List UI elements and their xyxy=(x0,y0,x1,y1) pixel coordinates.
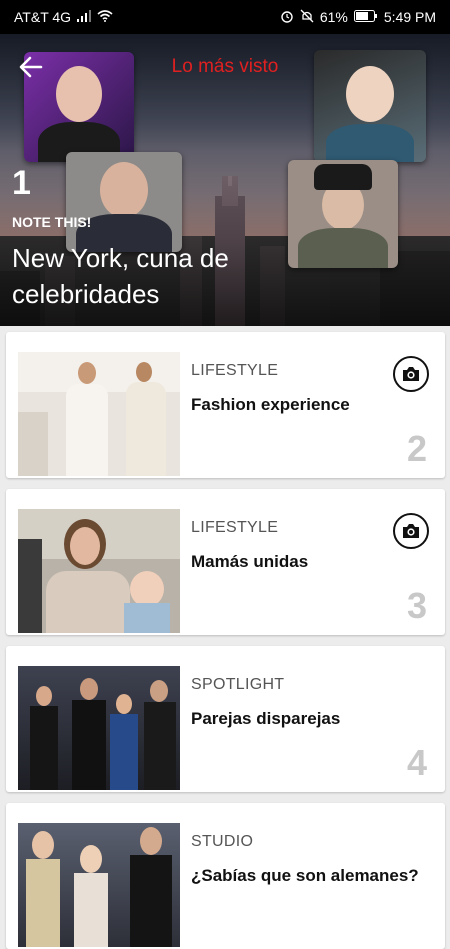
mute-icon xyxy=(300,9,314,26)
alarm-icon xyxy=(280,9,294,26)
camera-icon xyxy=(393,356,429,392)
featured-article[interactable]: Lo más visto 1 NOTE THIS! New York, cuna… xyxy=(0,34,450,326)
article-category: LIFESTYLE xyxy=(191,519,279,536)
clock-time: 5:49 PM xyxy=(383,9,436,25)
article-rank: 4 xyxy=(406,742,427,783)
portrait-image xyxy=(66,152,182,252)
wifi-icon xyxy=(97,9,113,25)
article-category: SPOTLIGHT xyxy=(191,676,285,693)
article-card[interactable]: STUDIO ¿Sabías que son alemanes? xyxy=(6,803,445,949)
article-title: ¿Sabías que son alemanes? xyxy=(191,866,419,885)
article-category: STUDIO xyxy=(191,833,254,850)
article-rank: 2 xyxy=(406,428,427,469)
signal-icon xyxy=(77,9,92,25)
page-title: Lo más visto xyxy=(171,56,279,77)
status-bar: AT&T 4G 61% 5:49 PM xyxy=(0,0,450,34)
featured-rank: 1 xyxy=(12,164,31,202)
battery-percent: 61% xyxy=(319,9,348,25)
featured-tag: NOTE THIS! xyxy=(12,214,92,230)
article-thumbnail xyxy=(18,509,180,633)
article-title: Fashion experience xyxy=(191,395,350,414)
article-category: LIFESTYLE xyxy=(191,362,279,379)
article-thumbnail xyxy=(18,666,180,790)
article-thumbnail xyxy=(18,352,180,476)
article-title: Parejas disparejas xyxy=(191,709,341,728)
battery-icon xyxy=(353,9,378,25)
carrier-label: AT&T 4G xyxy=(14,9,72,25)
article-rank: 3 xyxy=(406,585,427,626)
article-card[interactable]: LIFESTYLE Mamás unidas 3 xyxy=(6,489,445,635)
article-title: Mamás unidas xyxy=(191,552,309,571)
featured-headline[interactable]: New York, cuna de celebridades xyxy=(12,240,312,312)
article-thumbnail xyxy=(18,823,180,947)
camera-icon xyxy=(393,513,429,549)
article-card[interactable]: SPOTLIGHT Parejas disparejas 4 xyxy=(6,646,445,792)
article-card[interactable]: LIFESTYLE Fashion experience 2 xyxy=(6,332,445,478)
